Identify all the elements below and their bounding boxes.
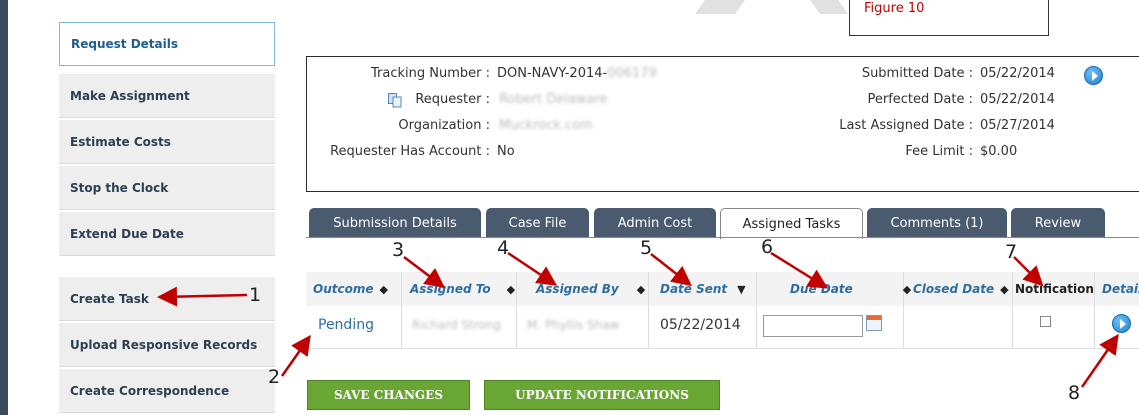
- arrow-8: [1080, 333, 1119, 388]
- annotation-number-6: 6: [761, 236, 774, 258]
- annotation-number-3: 3: [392, 239, 405, 261]
- annotation-number-5: 5: [640, 237, 653, 259]
- arrow-7: [1013, 256, 1044, 287]
- annotation-number-2: 2: [268, 366, 281, 388]
- arrow-4: [507, 251, 558, 286]
- arrow-6: [770, 251, 829, 289]
- annotation-number-8: 8: [1068, 382, 1081, 404]
- arrow-2: [280, 334, 311, 377]
- annotation-number-4: 4: [497, 237, 510, 259]
- arrow-3: [403, 256, 445, 289]
- arrow-1: [157, 286, 248, 307]
- annotation-arrows: [157, 251, 1119, 388]
- arrow-5: [650, 253, 692, 287]
- annotation-number-1: 1: [249, 284, 262, 306]
- annotation-number-7: 7: [1005, 241, 1018, 263]
